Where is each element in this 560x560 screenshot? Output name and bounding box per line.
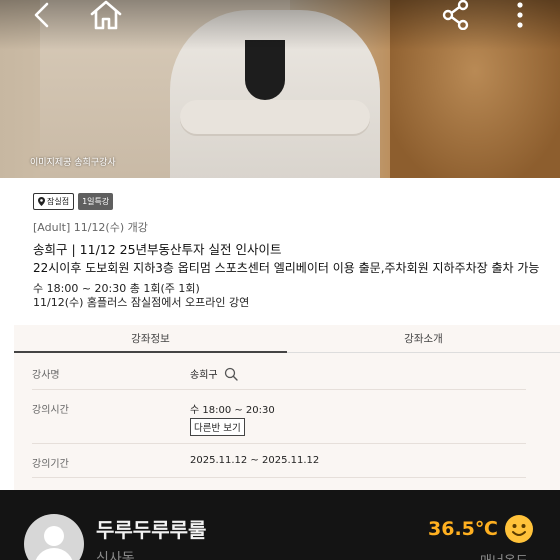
time-row: 강의시간 수 18:00 ~ 20:30 다른반 보기 [32, 390, 526, 444]
back-button[interactable] [22, 0, 62, 30]
branch-badge-label: 잠실점 [47, 197, 70, 206]
tab-bar: 강좌정보 강좌소개 [14, 325, 560, 353]
home-icon [90, 0, 122, 30]
seller-profile-bar[interactable]: 두루두루루룰 신사동 36.5℃ 매너온도 [0, 490, 560, 560]
hero-image: 이미지제공 송희구강사 [0, 0, 560, 178]
manner-temperature: 36.5℃ [428, 518, 498, 540]
badge-group: 잠실점 1일특강 [33, 193, 114, 210]
hero-person-arms [180, 100, 370, 134]
seller-location: 신사동 [96, 551, 135, 560]
instructor-row: 강사명 송희구 [32, 358, 526, 390]
manner-label: 매너온도 [480, 550, 528, 560]
lecture-meta: [Adult] 11/12(수) 개강 [33, 221, 148, 234]
period-row: 강의기간 2025.11.12 ~ 2025.11.12 [32, 444, 526, 478]
chevron-left-icon [34, 2, 49, 28]
location-pin-icon [38, 197, 45, 206]
other-classes-button[interactable]: 다른반 보기 [190, 418, 245, 436]
smile-face-icon [505, 515, 533, 543]
special-badge: 1일특강 [78, 193, 114, 210]
hero-top-shadow [0, 0, 560, 50]
period-label: 강의기간 [32, 459, 69, 470]
instructor-name: 송희구 [190, 370, 218, 381]
tab-lecture-info[interactable]: 강좌정보 [14, 325, 287, 353]
share-button[interactable] [436, 0, 476, 30]
more-options-button[interactable] [500, 0, 540, 30]
instructor-label: 강사명 [32, 370, 60, 381]
avatar-body [34, 548, 74, 560]
tab-lecture-intro[interactable]: 강좌소개 [287, 325, 560, 353]
home-button[interactable] [86, 0, 126, 30]
period-value: 2025.11.12 ~ 2025.11.12 [190, 455, 320, 466]
time-value: 수 18:00 ~ 20:30 [190, 405, 275, 416]
avatar[interactable] [24, 514, 84, 560]
lecture-title: 송희구 | 11/12 25년부동산투자 실전 인사이트 [33, 242, 282, 257]
lecture-place: 11/12(수) 홈플러스 잠실점에서 오프라인 강연 [33, 296, 250, 309]
avatar-head [44, 526, 64, 546]
branch-badge: 잠실점 [33, 193, 75, 210]
share-icon [442, 0, 469, 30]
search-icon[interactable] [224, 367, 238, 381]
image-credit: 이미지제공 송희구강사 [30, 158, 116, 168]
time-label: 강의시간 [32, 405, 69, 416]
instructor-value-group[interactable]: 송희구 [190, 366, 238, 381]
lecture-subtitle: 22시이후 도보회원 지하3층 옵티멈 스포츠센터 엘리베이터 이용 출문,주차… [33, 261, 540, 275]
seller-nickname: 두루두루루룰 [96, 518, 207, 542]
more-vertical-icon [517, 2, 523, 28]
